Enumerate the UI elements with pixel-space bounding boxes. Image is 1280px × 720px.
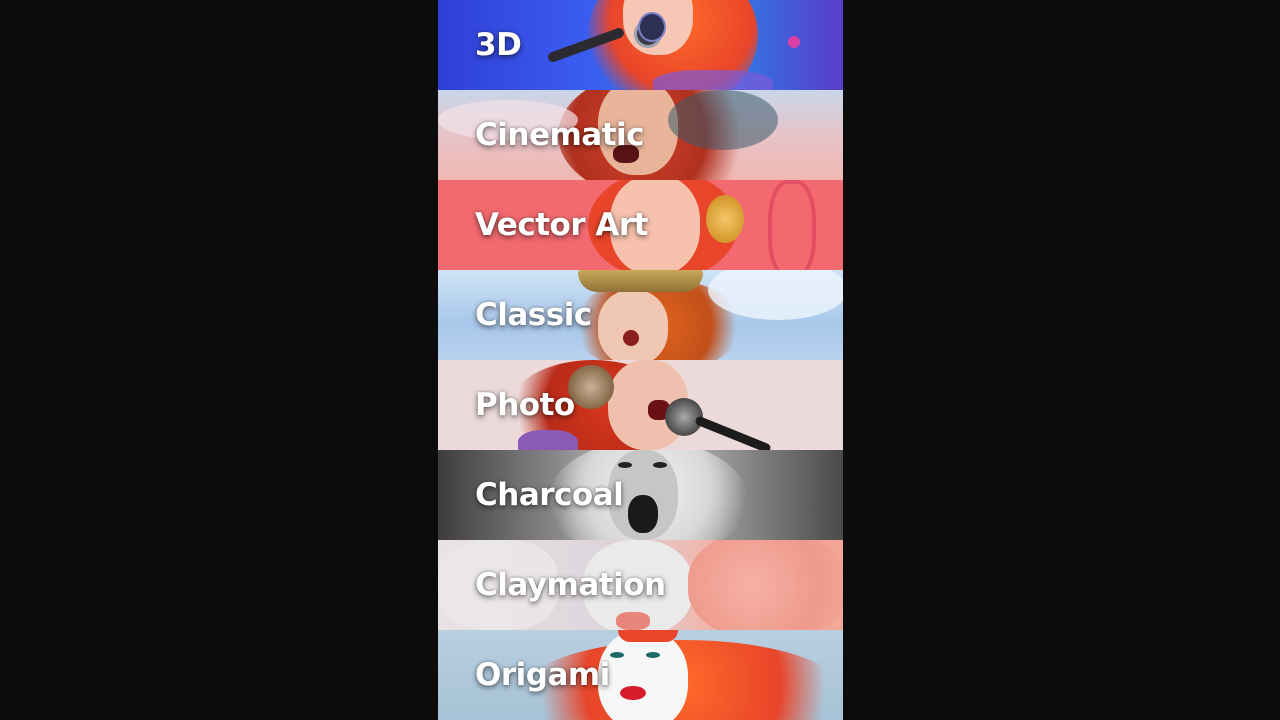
style-band-3d: 3D <box>438 0 843 90</box>
style-label: 3D <box>475 27 522 63</box>
style-band-photo: Photo <box>438 360 843 450</box>
style-label: Charcoal <box>475 477 624 513</box>
style-label: Classic <box>475 297 592 333</box>
style-band-charcoal: Charcoal <box>438 450 843 540</box>
style-label: Cinematic <box>475 117 645 153</box>
style-label: Origami <box>475 657 610 693</box>
style-band-cinematic: Cinematic <box>438 90 843 180</box>
style-band-claymation: Claymation <box>438 540 843 630</box>
video-frame: 3D Cinematic Vector Art Classic Photo Ch… <box>0 0 1280 720</box>
style-label: Vector Art <box>475 207 649 243</box>
style-label: Claymation <box>475 567 666 603</box>
style-label: Photo <box>475 387 575 423</box>
style-variations-column: 3D Cinematic Vector Art Classic Photo Ch… <box>438 0 843 720</box>
style-band-origami: Origami <box>438 630 843 720</box>
style-band-classic: Classic <box>438 270 843 360</box>
style-band-vector-art: Vector Art <box>438 180 843 270</box>
